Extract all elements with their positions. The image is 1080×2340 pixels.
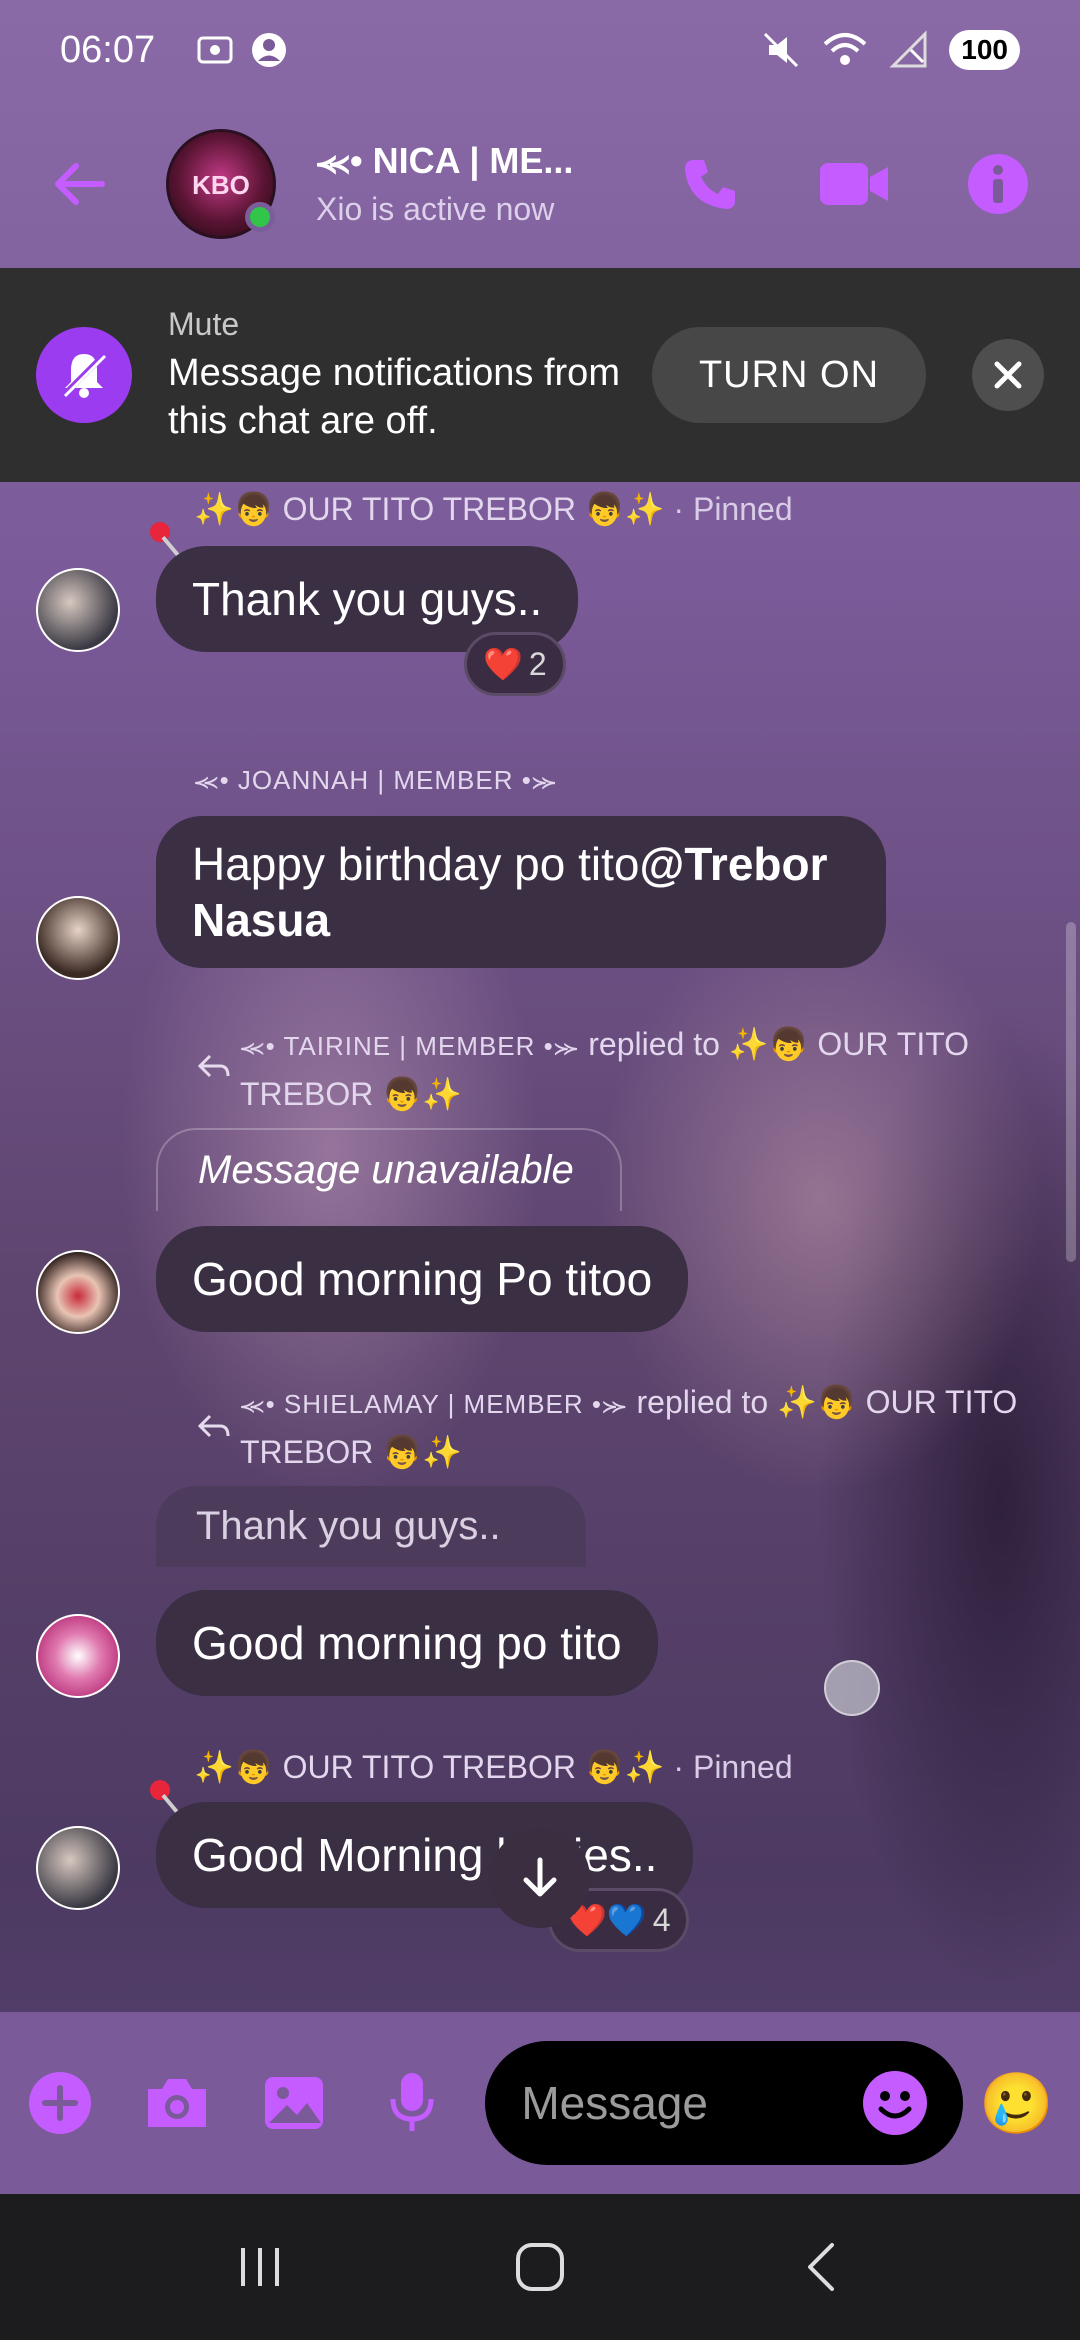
- account-icon: [252, 33, 287, 67]
- back-button[interactable]: [40, 144, 120, 224]
- group-avatar[interactable]: KBO: [166, 129, 276, 239]
- home-icon: [516, 2243, 564, 2291]
- avatar[interactable]: [36, 896, 120, 980]
- pinned-label: · Pinned: [673, 1749, 793, 1785]
- reaction-count: 2: [528, 645, 547, 682]
- reply-sender: ⪻• SHIELAMAY | MEMBER •⪼: [240, 1389, 628, 1419]
- quoted-message[interactable]: Thank you guys..: [156, 1486, 586, 1567]
- recents-icon: [241, 2248, 279, 2286]
- recent-apps-button[interactable]: [200, 2217, 320, 2317]
- banner-label: Mute: [168, 305, 240, 342]
- arrow-down-icon: [523, 1857, 557, 1897]
- voice-call-button[interactable]: [668, 142, 752, 226]
- reply-arrow-icon: [197, 1414, 230, 1438]
- bell-off-icon: [36, 327, 132, 423]
- info-icon: [968, 154, 1028, 214]
- reply-header: ⪻• SHIELAMAY | MEMBER •⪼ replied to ✨👦 O…: [240, 1378, 1040, 1476]
- header-actions: [668, 142, 1040, 226]
- avatar[interactable]: [36, 1826, 120, 1910]
- sender-name: ✨👦 OUR TITO TREBOR 👦✨: [194, 491, 665, 527]
- avatar[interactable]: [36, 1250, 120, 1334]
- message-sender: ✨👦 OUR TITO TREBOR 👦✨ · Pinned: [194, 1748, 793, 1786]
- message-sender: ⪻• JOANNAH | MEMBER •⪼: [194, 760, 557, 797]
- voice-message-button[interactable]: [378, 2068, 445, 2138]
- video-camera-icon: [820, 163, 888, 205]
- status-time: 06:07: [60, 28, 156, 71]
- smiley-icon: [865, 2073, 926, 2133]
- status-left-icons: [195, 30, 289, 70]
- avatar[interactable]: [36, 568, 120, 652]
- camera-button[interactable]: [143, 2068, 210, 2138]
- plus-icon: [28, 2072, 91, 2134]
- reply-sender: ⪻• TAIRINE | MEMBER •⪼: [240, 1031, 580, 1061]
- sender-name: ⪻• JOANNAH | MEMBER •⪼: [194, 765, 558, 795]
- signal-icon: [889, 30, 927, 68]
- message-composer: Message 🥲: [0, 2012, 1080, 2194]
- status-bar: 06:07 100: [0, 0, 1080, 100]
- status-right-icons: 100: [761, 30, 1020, 70]
- close-icon: [994, 361, 1022, 389]
- turn-on-button[interactable]: TURN ON: [652, 327, 926, 423]
- home-button[interactable]: [480, 2217, 600, 2317]
- back-nav-button[interactable]: [760, 2217, 880, 2317]
- message-input[interactable]: Message: [485, 2041, 964, 2165]
- message-sender: ✨👦 OUR TITO TREBOR 👦✨ · Pinned: [194, 490, 793, 528]
- message-text: Happy birthday po tito: [192, 838, 640, 890]
- heart-icon: ❤️: [483, 646, 523, 682]
- arrow-left-icon: [55, 163, 105, 205]
- reaction-pill[interactable]: ❤️ 2: [464, 632, 566, 696]
- chat-status: Xio is active now: [316, 191, 555, 227]
- info-button[interactable]: [956, 142, 1040, 226]
- battery-level: 100: [949, 30, 1020, 70]
- message-bubble[interactable]: Happy birthday po tito@Trebor Nasua: [156, 816, 886, 968]
- mute-icon: [764, 32, 799, 68]
- add-button[interactable]: [26, 2068, 93, 2138]
- group-avatar-text: KBO: [192, 170, 250, 200]
- mute-banner: Mute Message notifications from this cha…: [0, 268, 1080, 482]
- chat-header: KBO ⪻• NICA | ME... Xio is active now: [0, 100, 1080, 268]
- scrollbar[interactable]: [1066, 922, 1076, 1262]
- message-bubble[interactable]: Good morning po tito: [156, 1590, 658, 1696]
- scroll-to-bottom-button[interactable]: [490, 1828, 590, 1928]
- banner-message: Message notifications from this chat are…: [168, 351, 620, 442]
- reply-arrow-icon: [197, 1054, 230, 1078]
- message-placeholder: Message: [521, 2077, 708, 2129]
- emoji-button[interactable]: [863, 2071, 928, 2135]
- chat-title: ⪻• NICA | ME...: [316, 140, 574, 181]
- pinned-label: · Pinned: [673, 491, 793, 527]
- chevron-left-icon: [808, 2243, 834, 2291]
- gallery-button[interactable]: [261, 2068, 328, 2138]
- message-bubble[interactable]: Good morning Po titoo: [156, 1226, 689, 1332]
- message-list[interactable]: ✨👦 OUR TITO TREBOR 👦✨ · Pinned Thank you…: [0, 482, 1080, 2012]
- phone-icon: [685, 160, 735, 209]
- microphone-icon: [390, 2073, 434, 2131]
- reply-header: ⪻• TAIRINE | MEMBER •⪼ replied to ✨👦 OUR…: [240, 1020, 1000, 1118]
- image-icon: [265, 2077, 324, 2129]
- screenshot-icon: [197, 36, 233, 64]
- wifi-icon: [823, 33, 867, 65]
- chat-title-block[interactable]: ⪻• NICA | ME... Xio is active now: [316, 140, 646, 228]
- video-call-button[interactable]: [812, 142, 896, 226]
- quoted-message[interactable]: Message unavailable: [156, 1128, 622, 1211]
- avatar[interactable]: [36, 1614, 120, 1698]
- reaction-count: 4: [652, 1901, 671, 1938]
- sender-name: ✨👦 OUR TITO TREBOR 👦✨: [194, 1749, 665, 1785]
- system-navigation-bar: [0, 2194, 1080, 2340]
- online-indicator: [245, 202, 275, 232]
- quick-reaction-button[interactable]: 🥲: [979, 2068, 1054, 2139]
- camera-icon: [147, 2079, 206, 2127]
- banner-text: Mute Message notifications from this cha…: [168, 306, 628, 445]
- touch-indicator: [824, 1660, 880, 1716]
- close-banner-button[interactable]: [972, 339, 1044, 411]
